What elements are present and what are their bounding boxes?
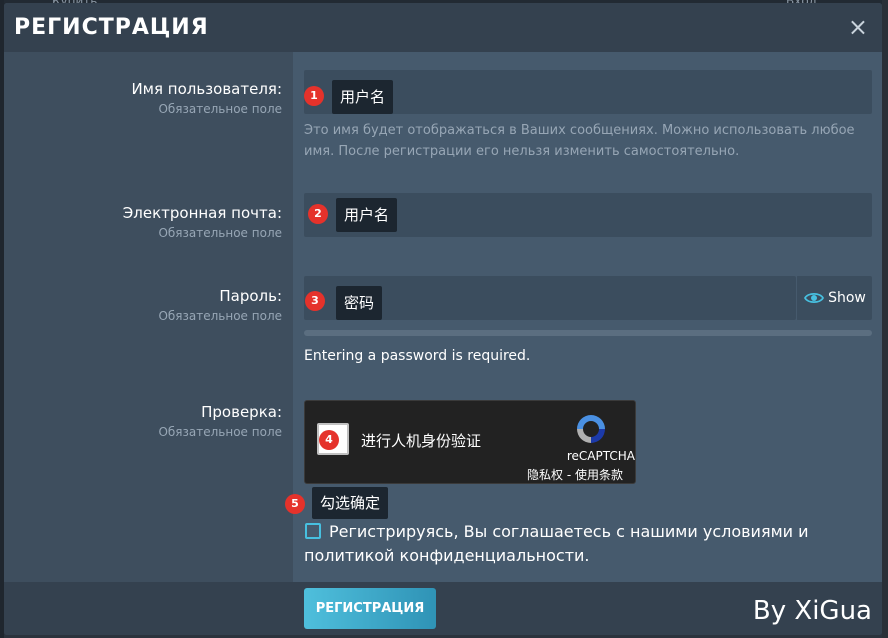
show-password-label: Show xyxy=(828,290,866,306)
recaptcha-widget: 4 进行人机身份验证 reCAPTCHA 隐私权 - 使用条款 xyxy=(304,400,636,484)
recaptcha-logo-icon xyxy=(577,415,605,443)
watermark: By XiGua xyxy=(752,596,872,626)
email-annotation: 用户名 xyxy=(336,198,398,232)
register-button[interactable]: РЕГИСТРАЦИЯ xyxy=(304,588,436,629)
annotation-badge-3: 3 xyxy=(305,291,325,311)
verification-required-hint: Обязательное поле xyxy=(158,425,282,439)
modal-title: РЕГИСТРАЦИЯ xyxy=(14,15,209,40)
verification-label: Проверка: xyxy=(201,403,282,421)
show-password-button[interactable]: Show xyxy=(796,276,873,320)
password-strength-meter xyxy=(304,330,872,336)
agreement-text: Регистрируясь, Вы соглашаетесь с нашими … xyxy=(304,522,809,565)
close-icon[interactable]: × xyxy=(848,13,868,41)
recaptcha-links[interactable]: 隐私权 - 使用条款 xyxy=(527,466,623,483)
recaptcha-text: 进行人机身份验证 xyxy=(361,432,482,450)
password-annotation: 密码 xyxy=(336,286,383,320)
password-label: Пароль: xyxy=(219,287,282,305)
agreement-annotation: 勾选确定 xyxy=(312,487,389,519)
modal-footer: РЕГИСТРАЦИЯ By XiGua xyxy=(4,582,882,635)
modal-header: РЕГИСТРАЦИЯ × xyxy=(4,3,882,52)
username-explain: Это имя будет отображаться в Ваших сообщ… xyxy=(304,123,855,159)
registration-modal: РЕГИСТРАЦИЯ × Имя пользователя: Обязател… xyxy=(4,3,882,635)
eye-icon xyxy=(804,292,825,304)
username-label: Имя пользователя: xyxy=(131,80,282,98)
recaptcha-brand: reCAPTCHA xyxy=(566,449,635,463)
username-required-hint: Обязательное поле xyxy=(158,102,282,116)
email-label: Электронная почта: xyxy=(122,204,282,222)
annotation-badge-5: 5 xyxy=(285,494,305,514)
background-right xyxy=(882,0,888,638)
password-message: Entering a password is required. xyxy=(304,348,531,364)
email-required-hint: Обязательное поле xyxy=(158,226,282,240)
password-required-hint: Обязательное поле xyxy=(158,309,282,323)
username-annotation: 用户名 xyxy=(332,80,394,114)
annotation-badge-4: 4 xyxy=(319,430,339,450)
annotation-badge-2: 2 xyxy=(308,204,328,224)
annotation-badge-1: 1 xyxy=(304,86,324,106)
